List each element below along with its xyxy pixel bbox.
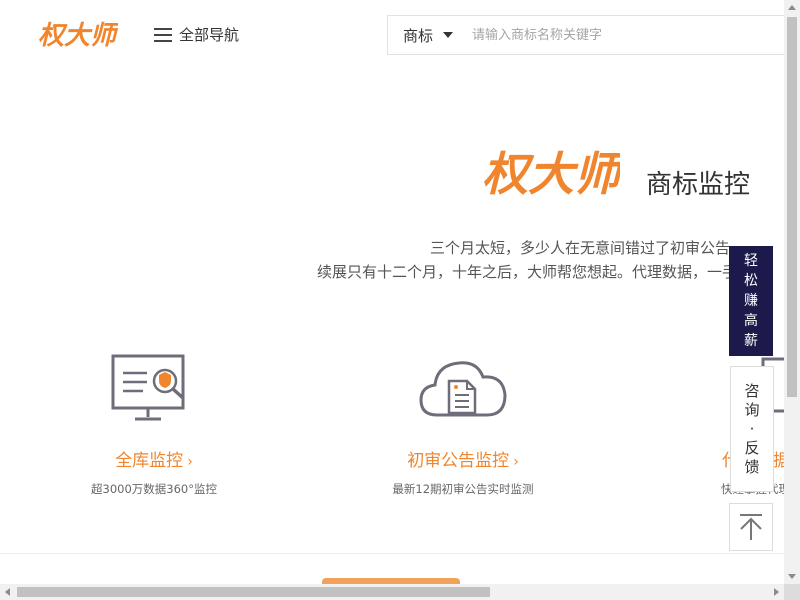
- chevron-right-icon: ›: [187, 454, 193, 470]
- earn-char: 轻: [744, 253, 758, 269]
- site-logo[interactable]: 权大师: [38, 14, 121, 54]
- scroll-right-icon[interactable]: [774, 588, 779, 596]
- section-divider: [0, 553, 784, 554]
- search-type-label: 商标: [403, 26, 434, 45]
- horizontal-scrollbar[interactable]: [0, 584, 784, 600]
- hero-description-line-1: 三个月太短，多少人在无意间错过了初审公告。: [380, 237, 780, 257]
- earn-high-salary-button[interactable]: 轻 松 赚 高 薪: [729, 246, 773, 356]
- earn-char: 高: [744, 313, 758, 329]
- hero-logo: 权大师: [482, 136, 628, 204]
- hero-line-1-text: 三个月太短，多少人在无意间错过了初审公告。: [430, 239, 746, 257]
- search-input[interactable]: [472, 17, 772, 53]
- earn-char: 松: [744, 273, 758, 289]
- consult-char: 询: [744, 400, 760, 419]
- hero-logo-text: 权大师: [482, 147, 620, 201]
- consult-char: 馈: [744, 457, 760, 476]
- earn-char: 赚: [744, 293, 758, 309]
- scroll-left-icon[interactable]: [5, 588, 10, 596]
- search-type-dropdown[interactable]: 商标: [388, 25, 462, 46]
- consult-feedback-button[interactable]: 咨 询 · 反 馈: [730, 366, 774, 492]
- scrollbar-corner: [784, 584, 800, 600]
- scrollbar-thumb[interactable]: [17, 587, 490, 597]
- scroll-down-icon[interactable]: [788, 574, 796, 579]
- consult-char: ·: [749, 419, 755, 438]
- search-bar: 商标: [387, 15, 784, 55]
- vertical-scrollbar[interactable]: [784, 0, 800, 584]
- feature-title-text: 初审公告监控: [407, 451, 510, 471]
- site-header: 权大师 全部导航 商标: [0, 0, 784, 70]
- chevron-right-icon: ›: [513, 454, 519, 470]
- back-to-top-button[interactable]: [729, 503, 773, 551]
- feature-title-link[interactable]: 初审公告监控 ›: [363, 446, 563, 471]
- all-navigation-button[interactable]: 全部导航: [154, 24, 239, 45]
- feature-title-link[interactable]: 全库监控 ›: [54, 446, 254, 471]
- earn-char: 薪: [744, 333, 758, 349]
- page-title: 商标监控: [646, 170, 751, 200]
- scrollbar-thumb[interactable]: [787, 17, 797, 397]
- hero-description-line-2: 续展只有十二个月，十年之后，大师帮您想起。代理数据，一手掌握。: [317, 263, 783, 281]
- consult-char: 反: [744, 438, 760, 457]
- menu-icon: [154, 27, 172, 42]
- consult-char: 咨: [744, 381, 760, 400]
- feature-subtitle: 最新12期初审公告实时监测: [392, 482, 534, 496]
- feature-subtitle: 超3000万数据360°监控: [91, 482, 217, 496]
- feature-title-text: 全库监控: [115, 451, 184, 471]
- monitor-shield-icon: [54, 350, 254, 426]
- scroll-up-icon[interactable]: [788, 5, 796, 10]
- logo-text: 权大师: [38, 21, 118, 51]
- nav-label: 全部导航: [179, 26, 240, 44]
- feature-preliminary-announcement-monitor: 初审公告监控 › 最新12期初审公告实时监测: [363, 350, 563, 497]
- arrow-up-icon: [740, 514, 762, 540]
- cloud-document-icon: [363, 350, 563, 426]
- caret-down-icon: [443, 32, 454, 38]
- feature-full-library-monitor: 全库监控 › 超3000万数据360°监控: [54, 350, 254, 497]
